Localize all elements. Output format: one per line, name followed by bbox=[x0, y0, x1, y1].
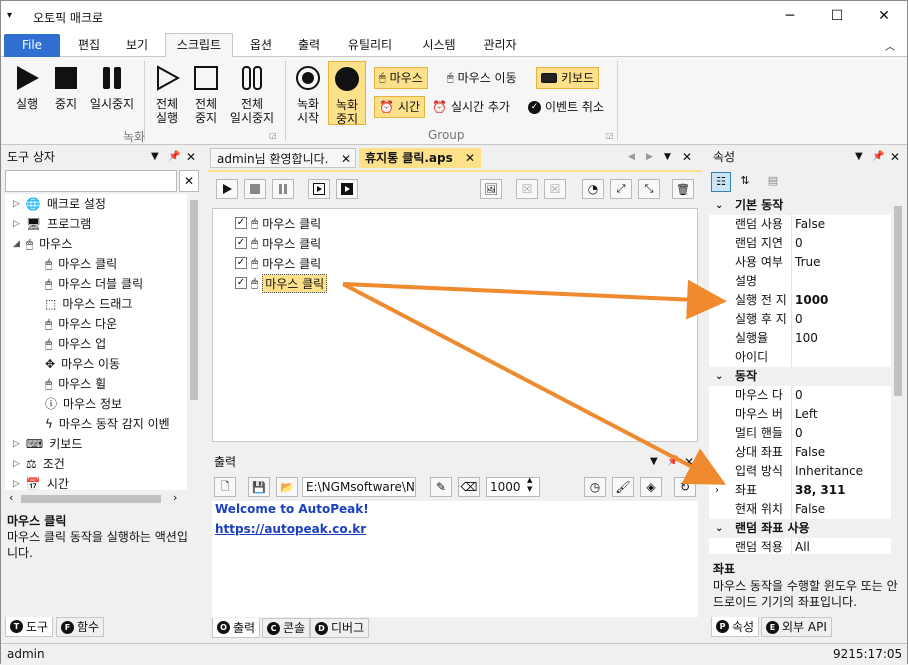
annotation-arrows bbox=[342, 279, 727, 485]
status-time: 9215:17:05 bbox=[833, 647, 903, 661]
status-user: admin bbox=[7, 647, 45, 661]
status-bar: admin 9215:17:05 bbox=[1, 643, 907, 664]
arrow-to-coordinate bbox=[342, 282, 727, 485]
app-window: ▾ 오토픽 매크로 ─ ☐ ✕ File 편집 보기 스크립트 옵션 출력 유틸… bbox=[0, 0, 908, 664]
arrow-to-delay bbox=[342, 279, 727, 320]
